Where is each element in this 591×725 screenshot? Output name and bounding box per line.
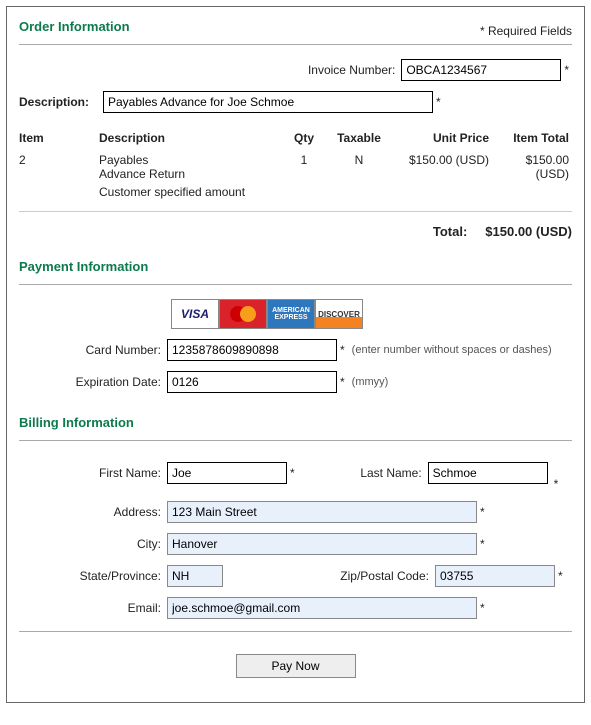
total-value: $150.00 (USD) (485, 224, 572, 239)
address-row: Address: * (19, 501, 572, 523)
city-row: City: * (19, 533, 572, 555)
mastercard-icon (219, 299, 267, 329)
col-qty: Qty (279, 131, 329, 145)
last-name-label: Last Name: (298, 466, 428, 480)
email-row: Email: * (19, 597, 572, 619)
address-input[interactable] (167, 501, 477, 523)
last-name-input[interactable] (428, 462, 548, 484)
col-item-total: Item Total (489, 131, 569, 145)
cell-desc-line1: Payables (99, 153, 279, 167)
email-label: Email: (19, 601, 167, 615)
invoice-number-input[interactable] (401, 59, 561, 81)
table-row: 2 Payables Advance Return Customer speci… (19, 151, 572, 201)
col-item: Item (19, 131, 99, 145)
required-star: * (561, 63, 572, 77)
required-star: * (477, 601, 488, 615)
description-input[interactable] (103, 91, 433, 113)
address-label: Address: (19, 505, 167, 519)
cell-desc: Payables Advance Return Customer specifi… (99, 153, 279, 199)
card-number-hint: (enter number without spaces or dashes) (348, 344, 552, 356)
card-number-row: Card Number: * (enter number without spa… (19, 339, 572, 361)
required-star: * (477, 537, 488, 551)
first-name-input[interactable] (167, 462, 287, 484)
state-input[interactable] (167, 565, 223, 587)
card-number-input[interactable] (167, 339, 337, 361)
exp-input[interactable] (167, 371, 337, 393)
required-star: * (287, 466, 298, 480)
payment-info-header: Payment Information (19, 259, 572, 278)
state-label: State/Province: (19, 569, 167, 583)
payment-form: Order Information * Required Fields Invo… (6, 6, 585, 703)
state-zip-row: State/Province: Zip/Postal Code: * (19, 565, 572, 587)
required-fields-note: * Required Fields (480, 24, 572, 38)
zip-label: Zip/Postal Code: (223, 569, 435, 583)
required-star: * (551, 477, 562, 491)
cell-qty: 1 (279, 153, 329, 167)
amex-icon: AMERICAN EXPRESS (267, 299, 315, 329)
description-label: Description: (19, 95, 103, 109)
card-number-label: Card Number: (19, 343, 167, 357)
order-info-header: Order Information (19, 19, 130, 38)
email-input[interactable] (167, 597, 477, 619)
exp-row: Expiration Date: * (mmyy) (19, 371, 572, 393)
discover-icon: DISCOVER (315, 299, 363, 329)
required-star: * (337, 375, 348, 389)
cell-taxable: N (329, 153, 389, 167)
cell-item: 2 (19, 153, 99, 167)
pay-now-button[interactable]: Pay Now (236, 654, 356, 678)
exp-label: Expiration Date: (19, 375, 167, 389)
first-name-label: First Name: (19, 466, 167, 480)
cell-unit-price: $150.00 (USD) (389, 153, 489, 167)
col-unit-price: Unit Price (389, 131, 489, 145)
cell-desc-line2: Advance Return (99, 167, 279, 181)
city-input[interactable] (167, 533, 477, 555)
divider (19, 440, 572, 441)
required-star: * (433, 95, 444, 109)
invoice-number-label: Invoice Number: (308, 63, 401, 77)
order-header-row: Order Information * Required Fields (19, 19, 572, 45)
cell-desc-line3: Customer specified amount (99, 181, 279, 199)
divider (19, 631, 572, 632)
card-logos: VISA AMERICAN EXPRESS DISCOVER (171, 299, 572, 329)
billing-info-header: Billing Information (19, 415, 572, 434)
required-star: * (477, 505, 488, 519)
total-row: Total: $150.00 (USD) (19, 211, 572, 259)
name-row: First Name: * Last Name: * (19, 455, 572, 491)
description-row: Description: * (19, 91, 572, 113)
items-header: Item Description Qty Taxable Unit Price … (19, 131, 572, 151)
required-star: * (555, 569, 566, 583)
invoice-row: Invoice Number: * (19, 59, 572, 81)
required-star: * (337, 343, 348, 357)
city-label: City: (19, 537, 167, 551)
col-desc: Description (99, 131, 279, 145)
visa-icon: VISA (171, 299, 219, 329)
exp-hint: (mmyy) (348, 376, 389, 388)
cell-item-total: $150.00 (USD) (489, 153, 569, 181)
col-taxable: Taxable (329, 131, 389, 145)
total-label: Total: (433, 224, 485, 239)
zip-input[interactable] (435, 565, 555, 587)
divider (19, 284, 572, 285)
